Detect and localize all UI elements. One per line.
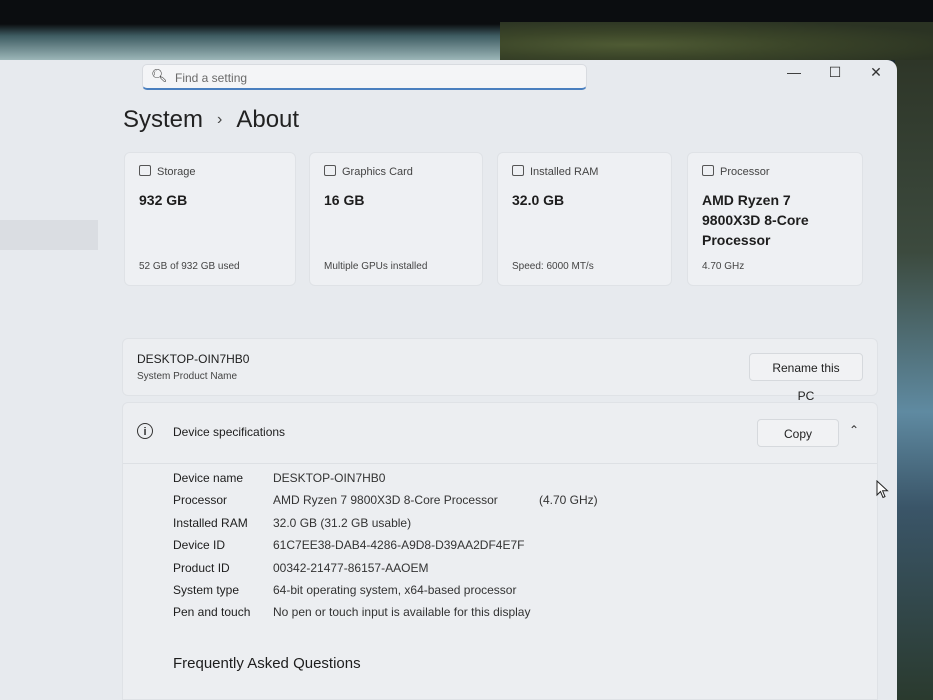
device-specifications-panel: i Device specifications Copy ⌃ Device na… — [122, 402, 878, 700]
chevron-up-icon[interactable]: ⌃ — [849, 423, 859, 437]
spec-value: AMD Ryzen 7 9800X3D 8-Core Processor — [273, 493, 498, 508]
spec-extra: (4.70 GHz) — [539, 493, 598, 508]
processor-card-value: AMD Ryzen 7 9800X3D 8-Core Processor — [702, 192, 809, 248]
ram-card[interactable]: Installed RAM 32.0 GB Speed: 6000 MT/s — [497, 152, 672, 286]
settings-window: 🔍︎ — ☐ ✕ System › About Storage 932 GB 52 … — [0, 60, 897, 700]
storage-card-value: 932 GB — [139, 192, 188, 208]
desktop-background-rock — [500, 22, 933, 60]
breadcrumb-separator-icon: › — [217, 111, 223, 128]
storage-card-label: Storage — [157, 166, 196, 178]
copy-button[interactable]: Copy — [757, 419, 839, 447]
spec-label: Pen and touch — [173, 605, 251, 620]
pc-name-row: DESKTOP-OIN7HB0 System Product Name Rena… — [122, 338, 878, 403]
faq-title: Frequently Asked Questions — [173, 655, 361, 672]
pc-name: DESKTOP-OIN7HB0 — [137, 352, 250, 366]
spec-label: Installed RAM — [173, 515, 248, 530]
spec-value: 00342-21477-86157-AAOEM — [273, 560, 429, 575]
processor-card-label: Processor — [720, 166, 770, 178]
processor-card[interactable]: Processor AMD Ryzen 7 9800X3D 8-Core Pro… — [687, 152, 863, 286]
device-specifications-title: Device specifications — [173, 425, 286, 439]
graphics-card-label: Graphics Card — [342, 166, 413, 178]
breadcrumb-system[interactable]: System — [123, 106, 203, 133]
close-icon: ✕ — [870, 64, 882, 80]
search-input[interactable] — [173, 68, 577, 88]
spec-value: DESKTOP-OIN7HB0 — [273, 471, 386, 485]
close-button[interactable]: ✕ — [856, 58, 896, 86]
pc-name-label: System Product Name — [137, 371, 238, 382]
spec-label: Product ID — [173, 560, 230, 575]
ram-card-sub: Speed: 6000 MT/s — [512, 261, 594, 272]
spec-label: Processor — [173, 493, 228, 508]
rename-pc-button[interactable]: Rename this PC — [749, 353, 863, 403]
spec-label: Device ID — [173, 538, 226, 553]
search-icon: 🔍︎ — [151, 68, 168, 83]
breadcrumb: System › About — [123, 106, 299, 134]
ram-card-label: Installed RAM — [530, 166, 599, 178]
graphics-card-icon — [324, 165, 336, 176]
info-icon: i — [137, 423, 153, 439]
search-box[interactable]: 🔍︎ — [142, 64, 587, 90]
maximize-button[interactable]: ☐ — [815, 58, 855, 86]
graphics-card-sub: Multiple GPUs installed — [324, 261, 428, 272]
graphics-card-card[interactable]: Graphics Card 16 GB Multiple GPUs instal… — [309, 152, 483, 286]
spec-value: 32.0 GB (31.2 GB usable) — [273, 515, 412, 530]
processor-card-sub: 4.70 GHz — [702, 261, 745, 272]
breadcrumb-about: About — [236, 106, 300, 133]
ram-card-value: 32.0 GB — [512, 192, 565, 208]
device-specifications-header[interactable]: i Device specifications Copy ⌃ — [123, 403, 877, 464]
minimize-button[interactable]: — — [774, 58, 814, 86]
spec-label: System type — [173, 582, 240, 597]
storage-card-sub: 52 GB of 932 GB used — [139, 261, 240, 272]
minimize-icon: — — [787, 64, 801, 80]
graphics-card-value: 16 GB — [324, 192, 365, 208]
ram-icon — [512, 165, 524, 176]
storage-icon — [139, 165, 151, 176]
sidebar-selected-item[interactable] — [0, 220, 98, 250]
spec-value: 61C7EE38-DAB4-4286-A9D8-D39AA2DF4E7F — [273, 538, 525, 553]
storage-card[interactable]: Storage 932 GB 52 GB of 932 GB used — [124, 152, 296, 286]
desktop-background-right — [895, 60, 933, 700]
spec-value: 64-bit operating system, x64-based proce… — [273, 582, 517, 597]
spec-value: No pen or touch input is available for t… — [273, 605, 531, 620]
spec-label: Device name — [173, 471, 244, 485]
processor-icon — [702, 165, 714, 176]
maximize-icon: ☐ — [828, 64, 842, 80]
